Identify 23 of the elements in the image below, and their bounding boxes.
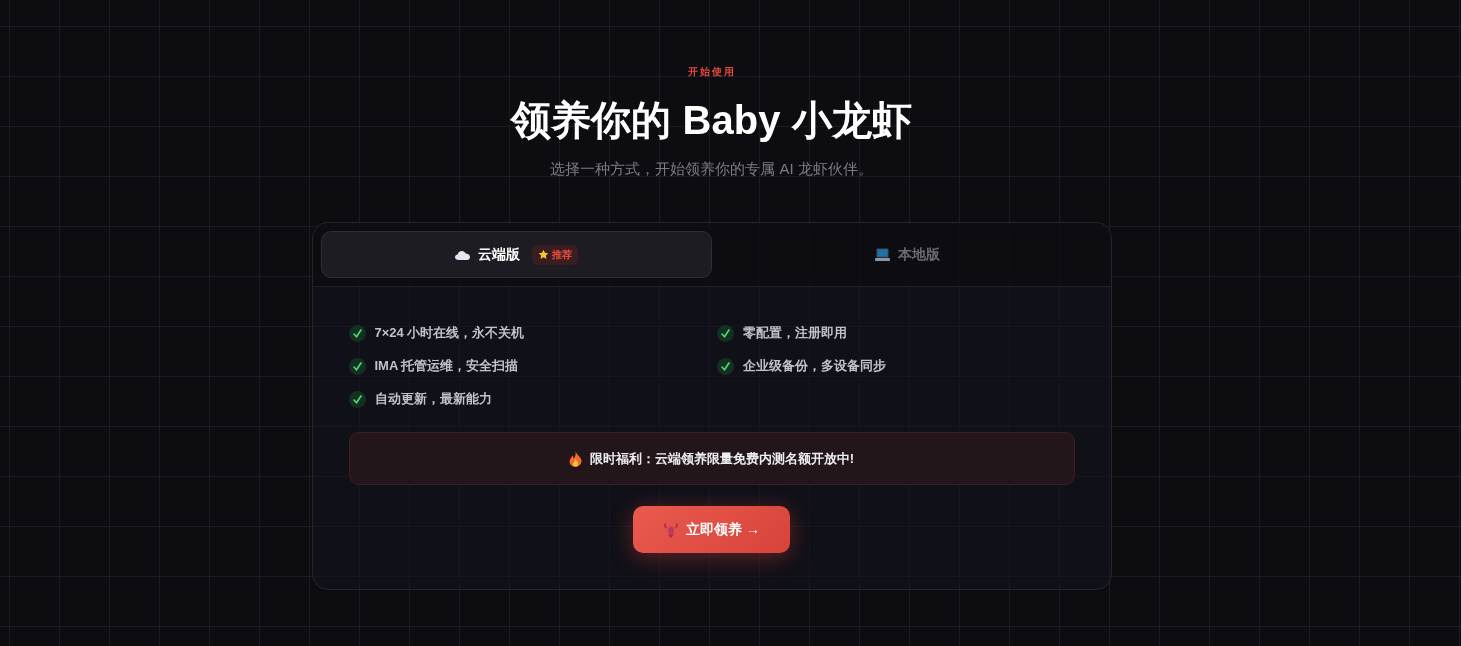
- page-subtitle: 选择一种方式，开始领养你的专属 AI 龙虾伙伴。: [550, 159, 873, 179]
- cloud-icon: [454, 249, 470, 260]
- promo-text: 限时福利：云端领养限量免费内测名额开放中!: [589, 449, 855, 468]
- feature-text: 企业级备份，多设备同步: [742, 357, 886, 376]
- badge-label: 推荐: [551, 249, 572, 260]
- lobster-icon: [663, 521, 680, 538]
- check-icon: [348, 324, 366, 342]
- adopt-button[interactable]: 立即领养 →: [633, 506, 790, 553]
- page-title: 领养你的 Baby 小龙虾: [511, 97, 912, 144]
- check-icon: [348, 390, 366, 408]
- laptop-icon: [874, 248, 890, 261]
- feature-text: 零配置，注册即用: [742, 324, 847, 343]
- feature-text: IMA 托管运维，安全扫描: [374, 357, 519, 376]
- feature-text: 自动更新，最新能力: [374, 390, 492, 409]
- eyebrow-label: 开始使用: [687, 65, 736, 79]
- check-icon: [716, 324, 734, 342]
- check-icon: [716, 357, 734, 375]
- fire-icon: [568, 450, 582, 467]
- feature-text: 7×24 小时在线，永不关机: [374, 324, 525, 343]
- tab[interactable]: 本地版: [711, 231, 1103, 278]
- tab[interactable]: 云端版 推荐: [320, 231, 712, 278]
- check-icon: [348, 357, 366, 375]
- star-icon: [537, 249, 549, 260]
